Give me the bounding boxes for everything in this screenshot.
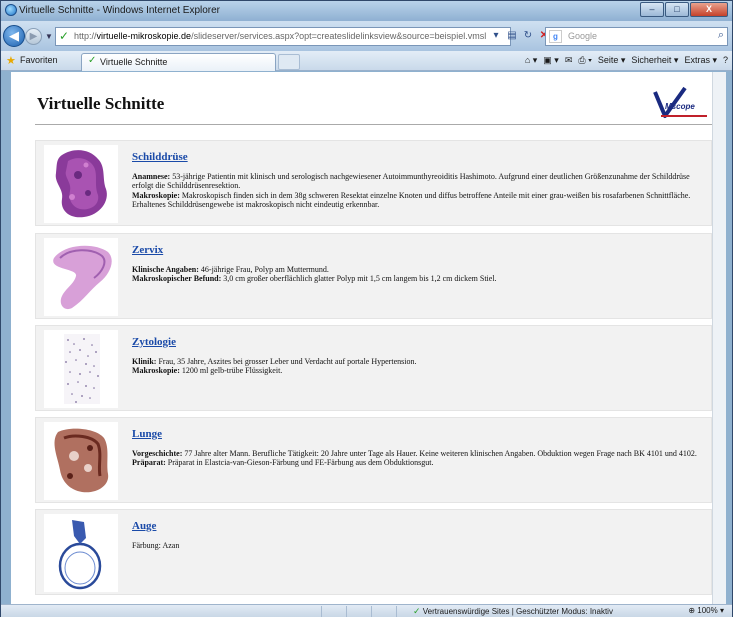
status-divider [371,606,372,617]
google-logo-icon: g [549,30,562,43]
print-icon[interactable]: ⎙ ▾ [578,55,591,66]
address-url[interactable]: http://virtuelle-mikroskopie.de/slideser… [74,31,486,41]
case-line: Präparat: Präparat in Elastcia-van-Gieso… [132,458,434,467]
arrow-left-icon: ◀ [9,28,19,43]
case-link-auge[interactable]: Auge [132,521,707,532]
minimize-button[interactable]: – [640,2,664,17]
case-description: Zervix Klinische Angaben: 46-jährige Fra… [132,245,707,284]
refresh-icon[interactable]: ↻ [521,27,535,44]
case-link-lunge[interactable]: Lunge [132,429,707,440]
status-bar: ✓ Vertrauenswürdige Sites | Geschützter … [1,604,732,617]
close-button[interactable]: X [690,2,728,17]
slide-thumbnail[interactable] [44,514,118,592]
case-card-zervix: Zervix Klinische Angaben: 46-jährige Fra… [35,233,712,319]
case-link-schilddruese[interactable]: Schilddrüse [132,152,707,163]
case-link-zervix[interactable]: Zervix [132,245,707,256]
case-line: Vorgeschichte: 77 Jahre alter Mann. Beru… [132,448,697,458]
zoom-icon: ⊕ [688,606,696,615]
window-title: Virtuelle Schnitte - Windows Internet Ex… [19,5,221,16]
case-line: Anamnese: 53-jährige Patientin mit klini… [132,171,690,191]
case-description: Lunge Vorgeschichte: 77 Jahre alter Mann… [132,429,707,468]
search-icon[interactable]: ⌕ [718,29,724,42]
case-link-zytologie[interactable]: Zytologie [132,337,707,348]
vertical-scrollbar[interactable] [712,72,726,604]
favorites-bar: ★ Favoriten ✓ Virtuelle Schnitte ⌂ ▾ ▣ ▾… [1,51,732,71]
slide-thumbnail[interactable] [44,330,118,408]
status-divider [321,606,322,617]
page-title: Virtuelle Schnitte [37,94,165,113]
history-dropdown-icon[interactable]: ▼ [45,32,53,41]
slide-thumbnail[interactable] [44,145,118,223]
search-box[interactable]: g Google ⌕ [545,27,728,46]
page-menu[interactable]: Seite ▾ [598,55,626,66]
case-line: Makroskopie: 1200 ml gelb-trübe Flüssigk… [132,366,283,375]
cytology-slide-image [64,334,100,404]
mscope-logo[interactable]: Mscope [651,86,709,122]
help-icon[interactable]: ? [723,55,728,66]
security-menu[interactable]: Sicherheit ▾ [631,55,678,66]
security-zone[interactable]: ✓ Vertrauenswürdige Sites | Geschützter … [413,606,613,617]
logo-text: Mscope [665,102,695,111]
back-button[interactable]: ◀ [3,25,25,47]
tools-menu[interactable]: Extras ▾ [684,55,717,66]
forward-button[interactable]: ▶ [25,28,42,45]
compatibility-view-icon[interactable]: ▤ [505,27,519,44]
case-line: Klinik: Frau, 35 Jahre, Aszites bei gros… [132,356,417,366]
status-divider [396,606,397,617]
case-card-auge: Auge Färbung: Azan [35,509,712,595]
case-card-zytologie: Zytologie Klinik: Frau, 35 Jahre, Aszite… [35,325,712,411]
tab-label: Virtuelle Schnitte [100,57,168,67]
tab-virtuelle-schnitte[interactable]: ✓ Virtuelle Schnitte [81,53,276,71]
trusted-zone-check-icon: ✓ [413,606,421,616]
address-dropdown-icon[interactable]: ▾ [489,27,503,44]
new-tab-button[interactable] [278,54,300,70]
home-icon[interactable]: ⌂ ▾ [525,55,537,66]
thyroid-slide-image [55,150,107,218]
case-line: Makroskopischer Befund: 3,0 cm großer ob… [132,274,497,283]
favorites-button[interactable]: Favoriten [20,55,58,65]
case-card-lunge: Lunge Vorgeschichte: 77 Jahre alter Mann… [35,417,712,503]
feeds-icon[interactable]: ▣ ▾ [543,55,559,66]
lung-slide-image [54,428,109,493]
window-controls: – □ X [639,2,728,17]
maximize-button[interactable]: □ [665,2,689,17]
navigation-bar: ◀ ▶ ▼ ✓ http://virtuelle-mikroskopie.de/… [1,21,732,51]
case-line: Makroskopie: Makroskopisch finden sich i… [132,190,691,210]
case-line: Färbung: Azan [132,540,180,550]
case-description: Auge Färbung: Azan [132,521,707,550]
title-bar: Virtuelle Schnitte - Windows Internet Ex… [1,1,732,21]
tab-site-icon: ✓ [88,55,97,66]
browser-window: Virtuelle Schnitte - Windows Internet Ex… [0,0,733,617]
page-content: Virtuelle Schnitte Mscope Schilddrüse An… [11,72,726,604]
case-description: Zytologie Klinik: Frau, 35 Jahre, Aszite… [132,337,707,376]
case-card-schilddruese: Schilddrüse Anamnese: 53-jährige Patient… [35,140,712,226]
search-placeholder: Google [568,31,598,41]
address-bar[interactable]: ✓ http://virtuelle-mikroskopie.de/slides… [55,27,511,46]
zoom-level[interactable]: ⊕ 100% ▾ [688,606,724,615]
arrow-right-icon: ▶ [29,31,38,42]
command-bar: ⌂ ▾ ▣ ▾ ✉ ⎙ ▾ Seite ▾ Sicherheit ▾ Extra… [519,55,728,66]
eye-slide-image [58,520,102,590]
slide-thumbnail[interactable] [44,422,118,500]
slide-thumbnail[interactable] [44,238,118,316]
favorites-star-icon[interactable]: ★ [6,54,16,67]
case-description: Schilddrüse Anamnese: 53-jährige Patient… [132,152,707,210]
case-line: Klinische Angaben: 46-jährige Frau, Poly… [132,264,329,274]
cervix-slide-image [53,245,112,310]
header-divider [35,124,712,125]
status-divider [346,606,347,617]
ie-logo-icon [5,4,17,16]
trusted-site-check-icon: ✓ [59,29,70,43]
mail-icon[interactable]: ✉ [565,55,573,66]
address-actions: ▾ ▤ ↻ ✕ [489,27,553,44]
